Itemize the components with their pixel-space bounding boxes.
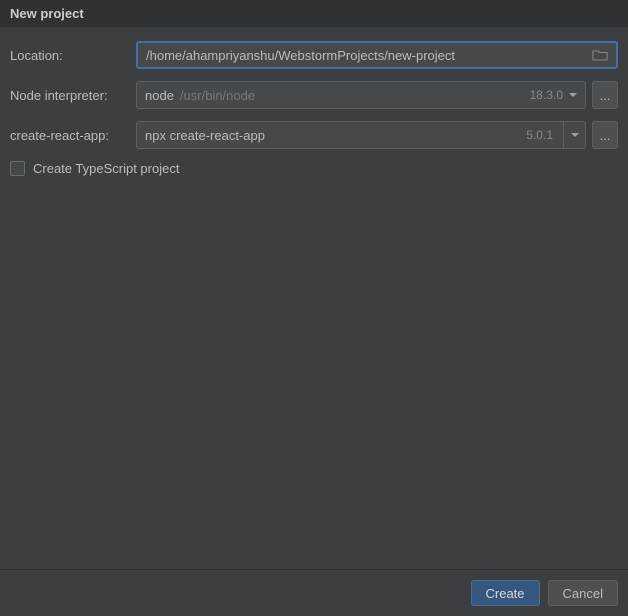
location-row: Location: [10, 41, 618, 69]
location-field[interactable] [146, 48, 608, 63]
cra-row: create-react-app: npx create-react-app 5… [10, 121, 618, 149]
dialog-title: New project [0, 0, 628, 27]
dialog-footer: Create Cancel [0, 569, 628, 616]
cra-label: create-react-app: [10, 128, 126, 143]
interpreter-version: 18.3.0 [530, 88, 563, 102]
interpreter-value: node /usr/bin/node [145, 88, 530, 103]
dialog-content: Location: Node interpreter: node /usr/bi… [0, 27, 628, 569]
location-label: Location: [10, 48, 126, 63]
typescript-checkbox[interactable] [10, 161, 25, 176]
interpreter-combo[interactable]: node /usr/bin/node 18.3.0 [136, 81, 586, 109]
interpreter-browse-button[interactable]: ... [592, 81, 618, 109]
cra-value: npx create-react-app [145, 128, 526, 143]
chevron-down-icon [571, 133, 579, 137]
folder-icon[interactable] [592, 49, 608, 61]
cra-version: 5.0.1 [526, 128, 553, 142]
location-input[interactable] [136, 41, 618, 69]
cra-combo[interactable]: npx create-react-app 5.0.1 [136, 121, 586, 149]
typescript-row: Create TypeScript project [10, 161, 618, 176]
interpreter-label: Node interpreter: [10, 88, 126, 103]
cra-dropdown-button[interactable] [563, 121, 585, 149]
interpreter-row: Node interpreter: node /usr/bin/node 18.… [10, 81, 618, 109]
cancel-button[interactable]: Cancel [548, 580, 618, 606]
create-button[interactable]: Create [471, 580, 540, 606]
chevron-down-icon[interactable] [569, 93, 577, 97]
cra-browse-button[interactable]: ... [592, 121, 618, 149]
typescript-label[interactable]: Create TypeScript project [33, 161, 179, 176]
